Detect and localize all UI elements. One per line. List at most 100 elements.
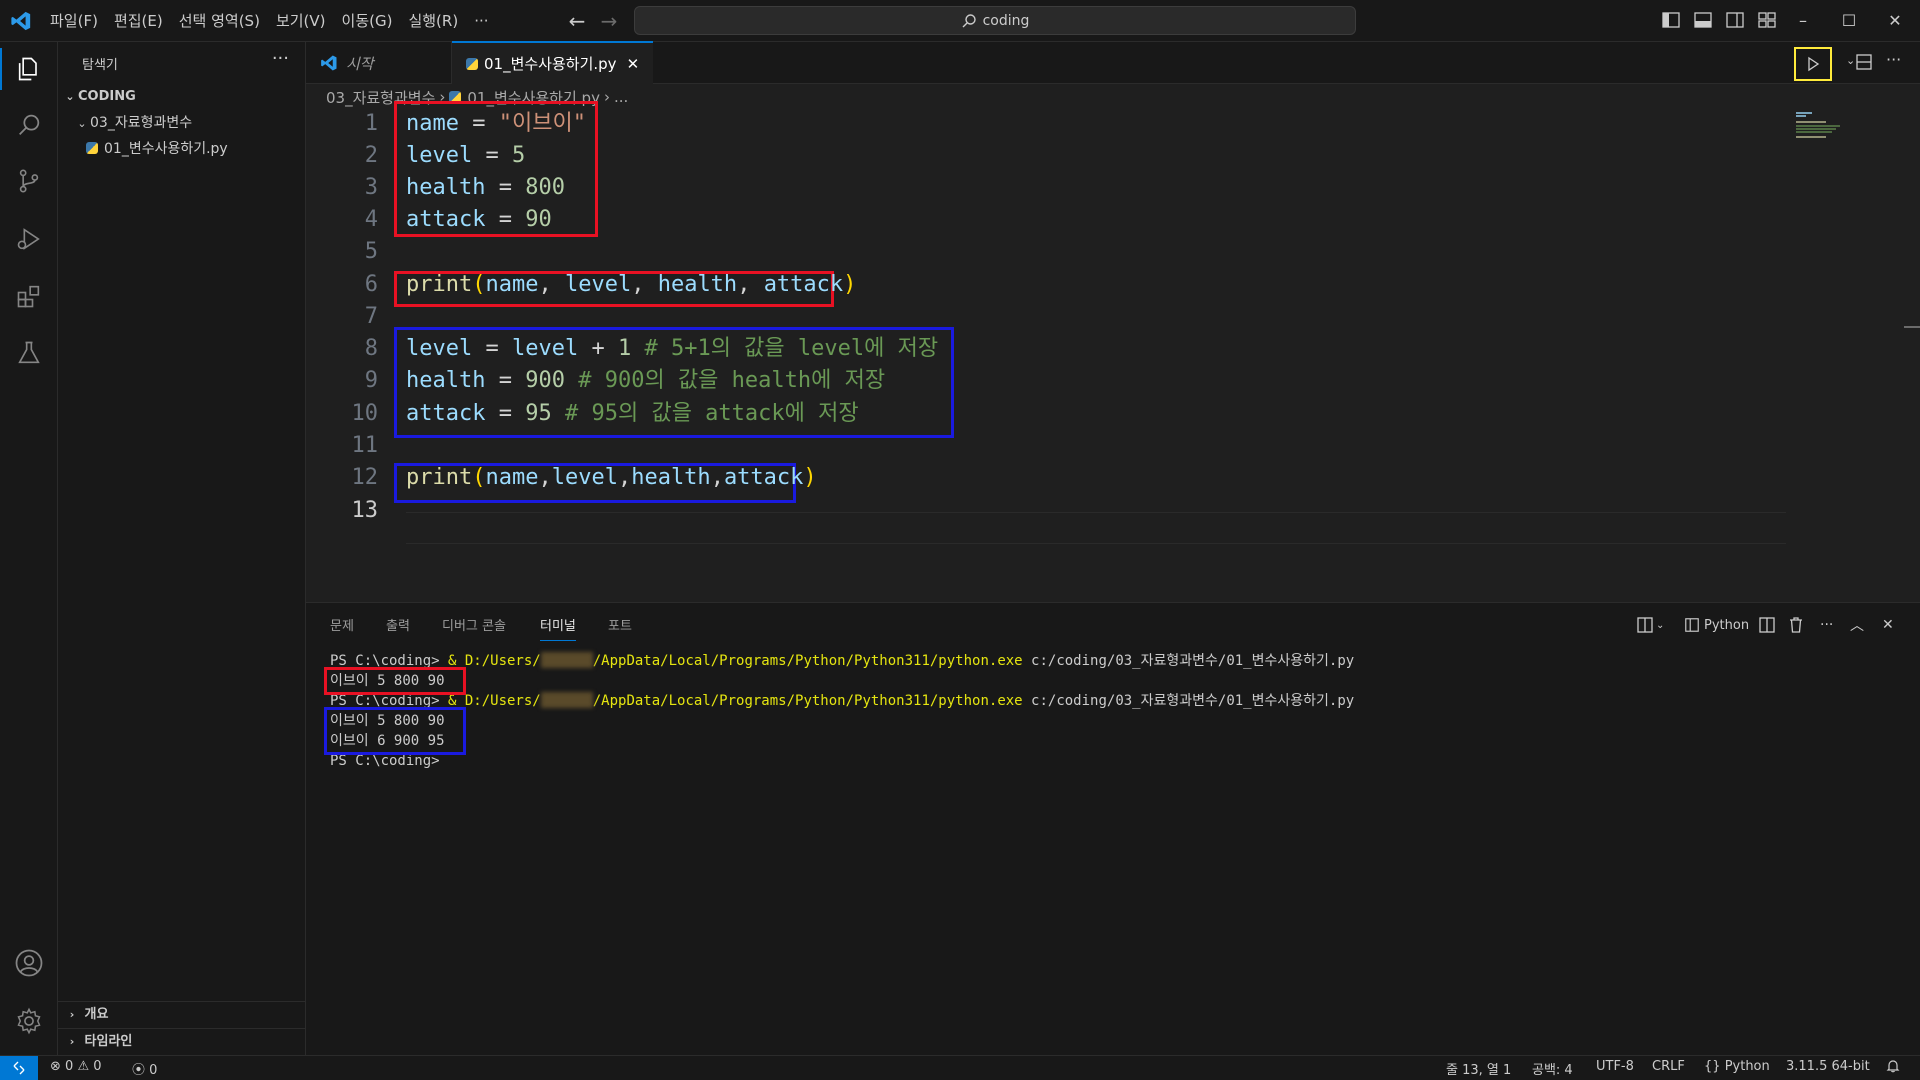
remote-indicator-icon[interactable] [0,1056,38,1080]
error-icon: ⊗ [50,1059,61,1074]
testing-flask-icon[interactable] [12,336,46,370]
extensions-icon[interactable] [12,279,46,313]
code-line-12: print(name,level,health,attack) [406,465,817,490]
end-of-line[interactable]: CRLF [1652,1059,1685,1074]
broadcast-icon: ⦿ [132,1063,146,1078]
run-python-file-button[interactable] [1794,47,1832,81]
line-number: 3 [364,175,378,200]
chevron-down-icon: ⌄ [65,90,75,103]
menu-go[interactable]: 이동(G) [334,0,401,42]
line-number: 10 [351,401,379,426]
terminal-cmd-arg: c:/coding/03_자료형과변수/01_변수사용하기.py [1022,693,1355,709]
close-panel-icon[interactable]: ✕ [1882,615,1894,635]
editor-more-icon[interactable]: ··· [1886,50,1901,69]
braces-icon: {} [1704,1059,1721,1074]
tab-ports[interactable]: 포트 [608,615,632,634]
menu-run[interactable]: 실행(R) [400,0,466,42]
tree-folder-label: 03_자료형과변수 [90,115,193,131]
red-highlight-box-output [324,667,466,695]
toggle-secondary-sidebar-icon[interactable] [1725,10,1747,32]
problems-status[interactable]: ⊗ 0 ⚠ 0 [50,1059,102,1074]
minimap[interactable] [1790,108,1920,602]
source-control-icon[interactable] [12,164,46,198]
search-icon [962,13,976,27]
code-line-4: attack = 90 [406,207,552,232]
toggle-panel-icon[interactable] [1693,10,1715,32]
close-window-icon[interactable]: ✕ [1872,0,1918,42]
bell-icon[interactable] [1886,1059,1900,1077]
tab-welcome-label: 시작 [346,54,374,73]
error-count: 0 [65,1059,74,1074]
forward-arrow-icon[interactable]: → [596,8,622,34]
terminal-panel-icon [1685,618,1699,632]
ports-status[interactable]: ⦿ 0 [132,1059,157,1078]
panel-more-icon[interactable]: ··· [1820,615,1833,635]
play-icon [1808,56,1820,72]
terminal-line-1: PS C:\coding> & D:/Users//AppData/Local/… [330,651,1354,671]
line-number: 7 [364,304,378,329]
tab-welcome[interactable]: 시작 [306,42,452,84]
title-bar: 파일(F) 편집(E) 선택 영역(S) 보기(V) 이동(G) 실행(R) ·… [0,0,1920,42]
code-line-3: health = 800 [406,175,565,200]
maximize-panel-chevron-up-icon[interactable]: ︿ [1850,615,1864,635]
encoding[interactable]: UTF-8 [1596,1059,1634,1074]
code-editor[interactable]: 1 2 3 4 5 6 7 8 9 10 11 12 13 name = "이브… [306,101,1920,602]
activity-bar [0,42,58,1055]
python-interpreter[interactable]: 3.11.5 64-bit [1786,1059,1870,1074]
terminal-shell-label: Python [1704,617,1750,633]
menu-selection[interactable]: 선택 영역(S) [171,0,268,42]
breadcrumb-tail[interactable]: ... [614,88,628,106]
menu-edit[interactable]: 편집(E) [106,0,171,42]
settings-gear-icon[interactable] [12,1004,46,1038]
outline-label: 개요 [84,1007,109,1022]
tab-debug-console[interactable]: 디버그 콘솔 [442,615,506,634]
line-number: 9 [364,368,378,393]
menu-file[interactable]: 파일(F) [42,0,106,42]
indentation[interactable]: 공백: 4 [1532,1059,1573,1078]
customize-layout-icon[interactable] [1757,10,1779,32]
run-debug-icon[interactable] [12,222,46,256]
accounts-icon[interactable] [12,946,46,980]
timeline-section[interactable]: › 타임라인 [58,1028,305,1054]
maximize-icon[interactable]: ☐ [1826,0,1872,42]
more-actions-icon[interactable]: ··· [272,48,289,69]
terminal-cmd-suffix: /AppData/Local/Programs/Python/Python311… [592,693,1023,709]
new-terminal-split-icon[interactable]: ⌄ [1636,615,1664,635]
minimize-icon[interactable]: – [1780,0,1826,42]
terminal-instance[interactable]: Python [1684,615,1749,635]
tab-active-file[interactable]: 01_변수사용하기.py ✕ [452,41,654,84]
command-center-search[interactable]: coding [634,6,1356,35]
tree-file[interactable]: 01_변수사용하기.py [86,136,305,162]
tab-terminal[interactable]: 터미널 [540,615,576,641]
sidebar-title: 탐색기 [82,58,118,73]
split-editor-icon[interactable] [1854,52,1874,76]
tree-file-label: 01_변수사용하기.py [104,141,228,157]
tree-folder[interactable]: ⌄ 03_자료형과변수 [74,110,192,136]
outline-section[interactable]: › 개요 [58,1001,305,1027]
language-mode[interactable]: {} Python [1704,1059,1770,1074]
back-arrow-icon[interactable]: ← [564,8,590,34]
ports-count: 0 [149,1063,158,1078]
split-terminal-icon[interactable] [1758,615,1776,635]
menu-more[interactable]: ··· [466,0,496,42]
trash-icon[interactable] [1788,615,1804,635]
close-tab-icon[interactable]: ✕ [627,55,640,73]
line-number: 2 [364,143,378,168]
line-number: 4 [364,207,378,232]
search-icon[interactable] [12,108,46,142]
menu-view[interactable]: 보기(V) [268,0,334,42]
code-line-9: health = 900 # 900의 값을 health에 저장 [406,368,886,393]
code-line-8: level = level + 1 # 5+1의 값을 level에 저장 [406,336,939,361]
line-number: 12 [351,465,379,490]
line-number-current: 13 [351,498,379,523]
explorer-icon[interactable] [12,52,46,86]
explorer-sidebar: 탐색기 ··· ⌄ CODING ⌄ 03_자료형과변수 01_변수사용하기.py … [58,42,306,1055]
chevron-right-icon: › [69,1035,75,1048]
cursor-position[interactable]: 줄 13, 열 1 [1446,1059,1511,1078]
tab-output[interactable]: 출력 [386,615,410,634]
redacted-username [540,652,593,668]
tree-root-coding[interactable]: ⌄ CODING [62,84,135,110]
active-indicator [0,48,2,90]
tab-problems[interactable]: 문제 [330,615,354,634]
toggle-primary-sidebar-icon[interactable] [1661,10,1683,32]
